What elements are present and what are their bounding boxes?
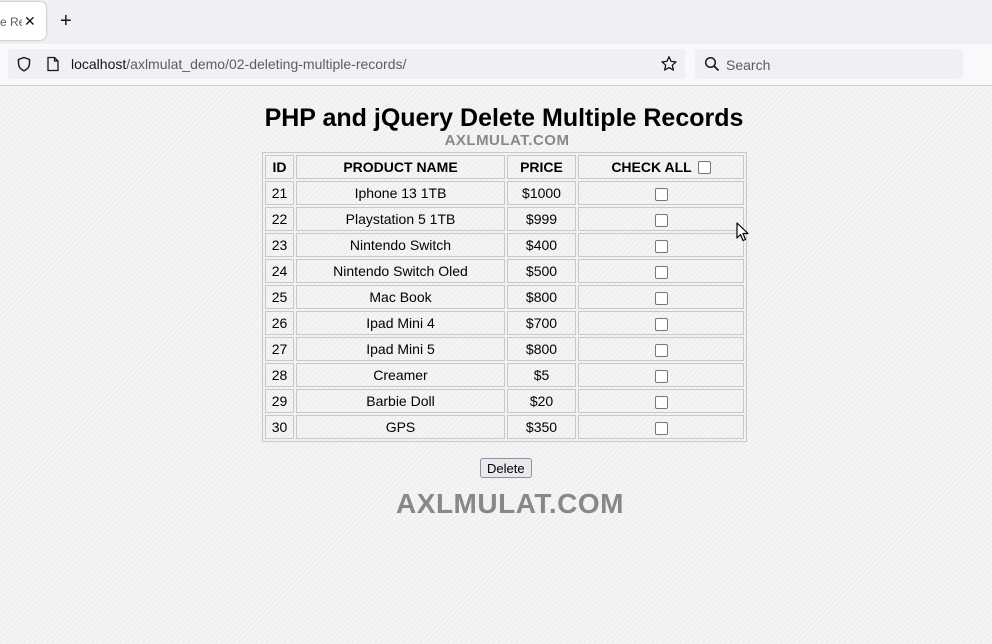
row-checkbox[interactable] <box>654 187 668 201</box>
cell-check <box>578 181 744 205</box>
shield-icon[interactable] <box>16 56 32 72</box>
url-text[interactable]: localhost/axlmulat_demo/02-deleting-mult… <box>71 56 406 72</box>
cell-product-name: Ipad Mini 4 <box>296 311 505 335</box>
cell-id: 25 <box>265 285 294 309</box>
table-row: 28 Creamer $5 <box>265 363 744 387</box>
table-row: 24 Nintendo Switch Oled $500 <box>265 259 744 283</box>
cell-id: 21 <box>265 181 294 205</box>
cell-id: 27 <box>265 337 294 361</box>
watermark-big: AXLMULAT.COM <box>396 488 624 519</box>
cell-check <box>578 415 744 439</box>
cell-price: $500 <box>507 259 576 283</box>
cell-product-name: Barbie Doll <box>296 389 505 413</box>
cell-id: 24 <box>265 259 294 283</box>
row-checkbox[interactable] <box>654 369 668 383</box>
url-path: /axlmulat_demo/02-deleting-multiple-reco… <box>126 56 407 72</box>
table-row: 23 Nintendo Switch $400 <box>265 233 744 257</box>
page-content: PHP and jQuery Delete Multiple Records A… <box>0 86 992 644</box>
row-checkbox[interactable] <box>654 239 668 253</box>
check-all-label: CHECK ALL <box>611 159 692 175</box>
row-checkbox[interactable] <box>654 213 668 227</box>
header-price: PRICE <box>507 155 576 179</box>
tab-bar: e Rec ✕ + <box>0 0 992 44</box>
cell-price: $800 <box>507 285 576 309</box>
cell-product-name: Mac Book <box>296 285 505 309</box>
cell-price: $700 <box>507 311 576 335</box>
table-row: 21 Iphone 13 1TB $1000 <box>265 181 744 205</box>
page-title: PHP and jQuery Delete Multiple Records <box>264 104 744 132</box>
row-checkbox[interactable] <box>654 317 668 331</box>
cell-product-name: GPS <box>296 415 505 439</box>
cell-price: $5 <box>507 363 576 387</box>
search-input[interactable]: Search <box>726 57 770 73</box>
search-icon <box>704 56 720 72</box>
cell-price: $800 <box>507 337 576 361</box>
table-row: 26 Ipad Mini 4 $700 <box>265 311 744 335</box>
cell-check <box>578 207 744 231</box>
cell-product-name: Ipad Mini 5 <box>296 337 505 361</box>
delete-button[interactable]: Delete <box>480 458 532 478</box>
cell-product-name: Nintendo Switch <box>296 233 505 257</box>
cell-check <box>578 311 744 335</box>
row-checkbox[interactable] <box>654 265 668 279</box>
cell-id: 23 <box>265 233 294 257</box>
cell-id: 30 <box>265 415 294 439</box>
cell-price: $350 <box>507 415 576 439</box>
cell-id: 28 <box>265 363 294 387</box>
row-checkbox[interactable] <box>654 421 668 435</box>
cell-product-name: Iphone 13 1TB <box>296 181 505 205</box>
table-row: 27 Ipad Mini 5 $800 <box>265 337 744 361</box>
row-checkbox[interactable] <box>654 343 668 357</box>
cell-price: $999 <box>507 207 576 231</box>
cell-id: 22 <box>265 207 294 231</box>
check-all-checkbox[interactable] <box>697 160 711 174</box>
star-icon[interactable] <box>660 55 678 73</box>
row-checkbox[interactable] <box>654 291 668 305</box>
cell-check <box>578 363 744 387</box>
cell-product-name: Nintendo Switch Oled <box>296 259 505 283</box>
navigation-bar: localhost/axlmulat_demo/02-deleting-mult… <box>0 44 992 86</box>
table-row: 22 Playstation 5 1TB $999 <box>265 207 744 231</box>
cell-price: $400 <box>507 233 576 257</box>
cell-price: $1000 <box>507 181 576 205</box>
cell-check <box>578 337 744 361</box>
url-host: localhost <box>71 56 127 72</box>
header-product-name: PRODUCT NAME <box>296 155 505 179</box>
cell-check <box>578 259 744 283</box>
cell-price: $20 <box>507 389 576 413</box>
close-icon[interactable]: ✕ <box>24 13 36 30</box>
table-header-row: ID PRODUCT NAME PRICE CHECK ALL <box>265 155 744 179</box>
table-row: 30 GPS $350 <box>265 415 744 439</box>
page-icon[interactable] <box>46 56 60 72</box>
search-bar[interactable]: Search <box>695 49 963 79</box>
header-check-all: CHECK ALL <box>578 155 744 179</box>
products-table: ID PRODUCT NAME PRICE CHECK ALL 21 Iphone… <box>262 152 747 442</box>
watermark-small: AXLMULAT.COM <box>444 132 570 149</box>
address-bar[interactable]: localhost/axlmulat_demo/02-deleting-mult… <box>8 49 685 79</box>
cell-id: 26 <box>265 311 294 335</box>
cell-check <box>578 233 744 257</box>
browser-tab[interactable]: e Rec ✕ <box>0 2 46 40</box>
header-id: ID <box>265 155 294 179</box>
table-row: 29 Barbie Doll $20 <box>265 389 744 413</box>
tab-title: e Rec <box>0 15 22 29</box>
row-checkbox[interactable] <box>654 395 668 409</box>
cell-product-name: Creamer <box>296 363 505 387</box>
mouse-cursor-icon <box>736 222 749 242</box>
cell-check <box>578 285 744 309</box>
cell-product-name: Playstation 5 1TB <box>296 207 505 231</box>
new-tab-icon[interactable]: + <box>60 11 72 31</box>
cell-id: 29 <box>265 389 294 413</box>
table-row: 25 Mac Book $800 <box>265 285 744 309</box>
cell-check <box>578 389 744 413</box>
